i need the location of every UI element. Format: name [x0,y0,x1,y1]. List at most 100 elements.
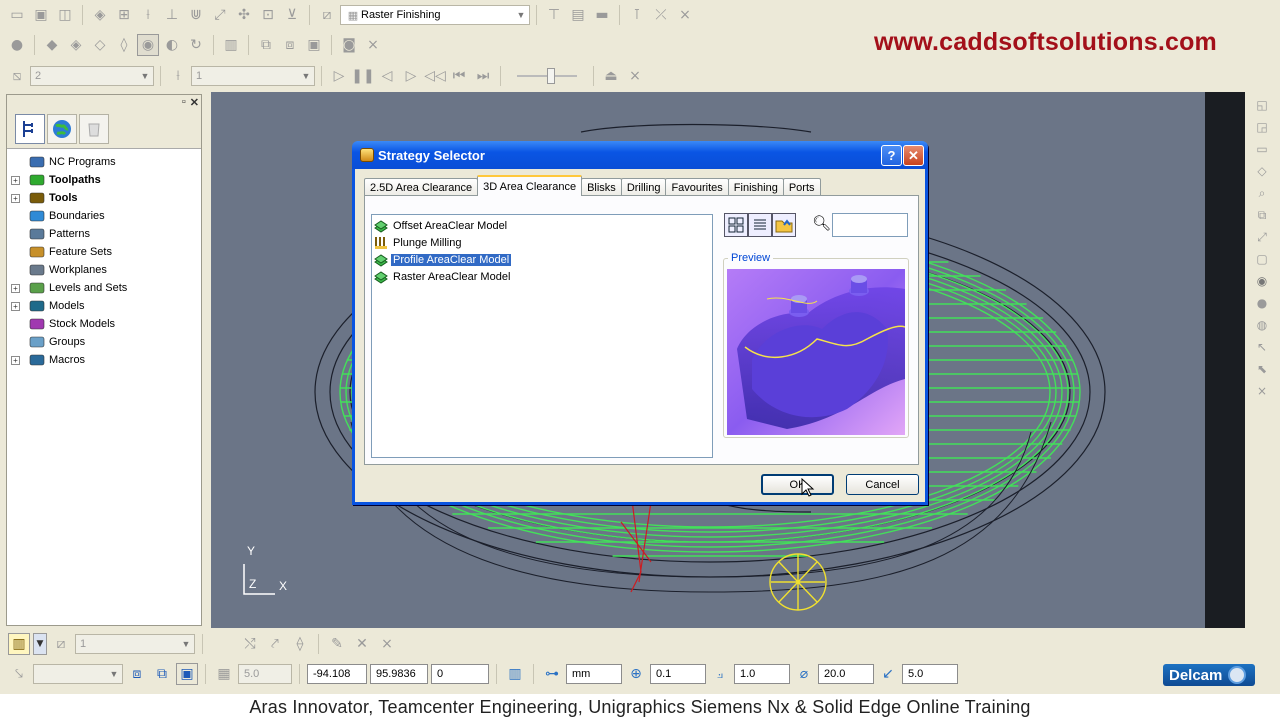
view-iso-icon[interactable]: ◇ [1252,162,1272,180]
pick-c-icon[interactable]: ⟠ [289,633,311,655]
strategy-list-item[interactable]: Profile AreaClear Model [372,251,712,268]
tree-item[interactable]: NC Programs [7,153,201,171]
shade-icon[interactable]: ● [6,34,28,56]
snap-icon[interactable]: ⤥ [8,663,30,685]
angle-field[interactable]: 5.0 [902,664,958,684]
angle-icon[interactable]: ↙ [877,663,899,685]
step-back-icon[interactable]: ◁ [376,65,398,87]
recycle-bin-icon[interactable] [79,113,109,144]
cancel-button[interactable]: Cancel [846,474,919,495]
view-back-icon[interactable]: ◲ [1252,118,1272,136]
calculate-icon[interactable]: ▤ [567,4,589,26]
iso2-icon[interactable]: ◈ [65,34,87,56]
edit-icon[interactable]: ✎ [326,633,348,655]
open-folder-icon[interactable] [772,213,796,237]
expand-icon[interactable]: + [11,175,20,185]
rapid-move-icon[interactable]: ⤢ [209,4,231,26]
print-icon[interactable]: ◫ [54,4,76,26]
tree-item[interactable]: + Toolpaths [7,171,201,189]
close-button[interactable]: ✕ [903,145,924,166]
help-button[interactable]: ? [881,145,902,166]
verify-icon[interactable]: ⊤ [543,4,565,26]
workplane-icon[interactable]: ⧄ [50,633,72,655]
close-icon[interactable]: × [1252,382,1272,400]
sim-tool-icon[interactable]: ⟊ [167,65,189,87]
box-c-icon[interactable]: ▣ [176,663,198,685]
model-c-icon[interactable]: ▣ [303,34,325,56]
zoom-icon[interactable]: ⌕ [1252,184,1272,202]
strategy-list-item[interactable]: Raster AreaClear Model [372,268,712,285]
shade-sphere-icon[interactable]: ● [1252,294,1272,312]
end-point-icon[interactable]: ⊻ [281,4,303,26]
grid-icon[interactable]: ▦ [213,663,235,685]
leads-icon[interactable]: ⋓ [185,4,207,26]
tree-item[interactable]: + Models [7,297,201,315]
strategy-tab[interactable]: 2.5D Area Clearance [364,178,479,196]
x-coordinate-field[interactable]: -94.108 [307,664,367,684]
snap-combo[interactable]: ▼ [33,664,123,684]
search-input[interactable] [832,213,908,237]
list-view-icon[interactable] [748,213,772,237]
eject-icon[interactable]: ⏏ [600,65,622,87]
holder-icon[interactable]: ⊥ [161,4,183,26]
iso1-icon[interactable]: ◆ [41,34,63,56]
restore-icon[interactable]: ▫ [182,96,186,108]
tree-item[interactable]: Patterns [7,225,201,243]
strategy-list-item[interactable]: Plunge Milling [372,234,712,251]
open-icon[interactable]: ▭ [6,4,28,26]
tolerance-field[interactable]: 0.1 [650,664,706,684]
ok-button[interactable]: OK [761,474,834,495]
tree-item[interactable]: + Levels and Sets [7,279,201,297]
block-icon[interactable]: ◈ [89,4,111,26]
sim-tool-combo[interactable]: 1 ▼ [191,66,315,86]
pick-b-icon[interactable]: ⤤ [264,633,286,655]
layer-icon[interactable]: ▥ [220,34,242,56]
tree-item[interactable]: Workplanes [7,261,201,279]
close-icon[interactable]: ✕ [190,96,199,109]
close-icon[interactable]: × [376,633,398,655]
forward-end-icon[interactable]: ⏭ [472,65,494,87]
iso3-icon[interactable]: ◇ [89,34,111,56]
collision-icon[interactable]: ⊺ [626,4,648,26]
select-icon[interactable]: ↖ [1252,338,1272,356]
box-a-icon[interactable]: ⧈ [126,663,148,685]
wireframe-icon[interactable]: ◐ [161,34,183,56]
close-icon[interactable]: × [674,4,696,26]
strategy-tab[interactable]: Drilling [620,178,667,196]
tree-item[interactable]: Groups [7,333,201,351]
strategy-icon[interactable]: ⧄ [316,4,338,26]
pause-icon[interactable]: ❚❚ [351,65,374,87]
gouge-check-icon[interactable]: ⤫ [650,4,672,26]
shaded-mode-icon[interactable]: ◉ [137,34,159,56]
rewind-start-icon[interactable]: ⏮ [448,65,470,87]
tool-length-field[interactable]: 1.0 [734,664,790,684]
chevron-down-icon[interactable]: ▼ [33,633,47,655]
strategy-list-item[interactable]: Offset AreaClear Model [372,217,712,234]
save-icon[interactable]: ▣ [30,4,52,26]
sim-entity-icon[interactable]: ⧅ [6,65,28,87]
close-icon[interactable]: × [624,65,646,87]
strategy-tab[interactable]: Blisks [581,178,622,196]
y-coordinate-field[interactable]: 95.9836 [370,664,428,684]
slider-thumb[interactable] [547,68,555,84]
camera-icon[interactable]: ◙ [338,34,360,56]
globe-icon[interactable] [47,113,77,144]
close-icon[interactable]: × [362,34,384,56]
tree-item[interactable]: Boundaries [7,207,201,225]
dialog-titlebar[interactable]: Strategy Selector [352,141,928,169]
expand-icon[interactable]: + [11,193,20,203]
shaded-view-icon[interactable]: ◉ [1252,272,1272,290]
resize-icon[interactable]: ▢ [1252,250,1272,268]
pick-icon[interactable]: ⤭ [239,633,261,655]
feature-icon[interactable]: ⊞ [113,4,135,26]
strategy-tab[interactable]: 3D Area Clearance [477,175,583,196]
tool-icon[interactable]: ⟊ [137,4,159,26]
delete-icon[interactable]: ✕ [351,633,373,655]
tool-length-icon[interactable]: ⟓ [709,663,731,685]
rewind-icon[interactable]: ◁◁ [424,65,446,87]
nc-program-combo[interactable]: 1 ▼ [75,634,195,654]
large-icons-view-icon[interactable] [724,213,748,237]
tree-item[interactable]: Stock Models [7,315,201,333]
strategy-tab[interactable]: Ports [782,178,821,196]
iso4-icon[interactable]: ◊ [113,34,135,56]
